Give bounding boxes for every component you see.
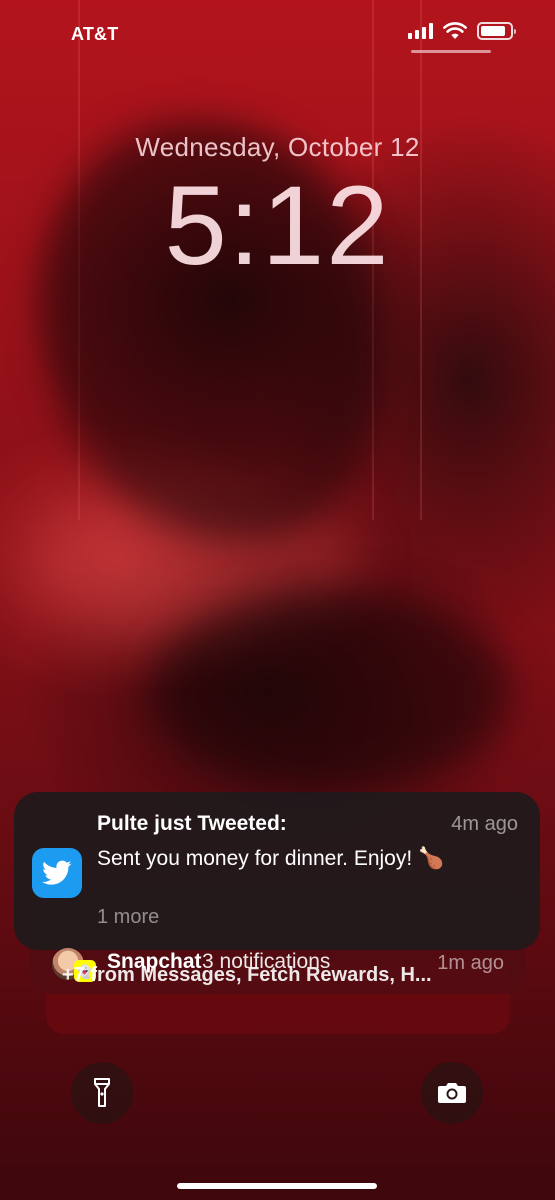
battery-level <box>481 26 505 36</box>
control-center-indicator[interactable] <box>411 50 491 53</box>
flashlight-button[interactable] <box>71 1062 133 1124</box>
status-icons <box>408 22 516 40</box>
twitter-icon <box>32 848 82 898</box>
flashlight-icon <box>94 1078 110 1107</box>
camera-button[interactable] <box>421 1062 483 1124</box>
twitter-notification[interactable]: Pulte just Tweeted: 4m ago Sent you mone… <box>14 792 540 950</box>
notification-title: Pulte just Tweeted: <box>97 812 287 835</box>
more-notifications-summary[interactable]: +7 from Messages, Fetch Rewards, H... <box>62 964 502 987</box>
carrier-name: AT&T <box>71 24 119 44</box>
notification-more-count: 1 more <box>97 906 160 928</box>
cellular-signal-icon <box>408 23 433 39</box>
twitter-bird-glyph <box>42 860 72 885</box>
lock-screen-date: Wednesday, October 12 <box>135 132 420 162</box>
status-bar: AT&T <box>0 0 555 60</box>
wallpaper-silhouette <box>150 590 510 790</box>
wifi-icon <box>443 22 467 39</box>
camera-icon <box>438 1083 466 1103</box>
lock-screen-clock: 5:12 <box>164 163 391 288</box>
battery-icon <box>477 22 516 40</box>
notification-time: 4m ago <box>451 813 518 835</box>
home-indicator[interactable] <box>177 1183 377 1189</box>
notification-body: Sent you money for dinner. Enjoy! 🍗 <box>97 847 445 870</box>
